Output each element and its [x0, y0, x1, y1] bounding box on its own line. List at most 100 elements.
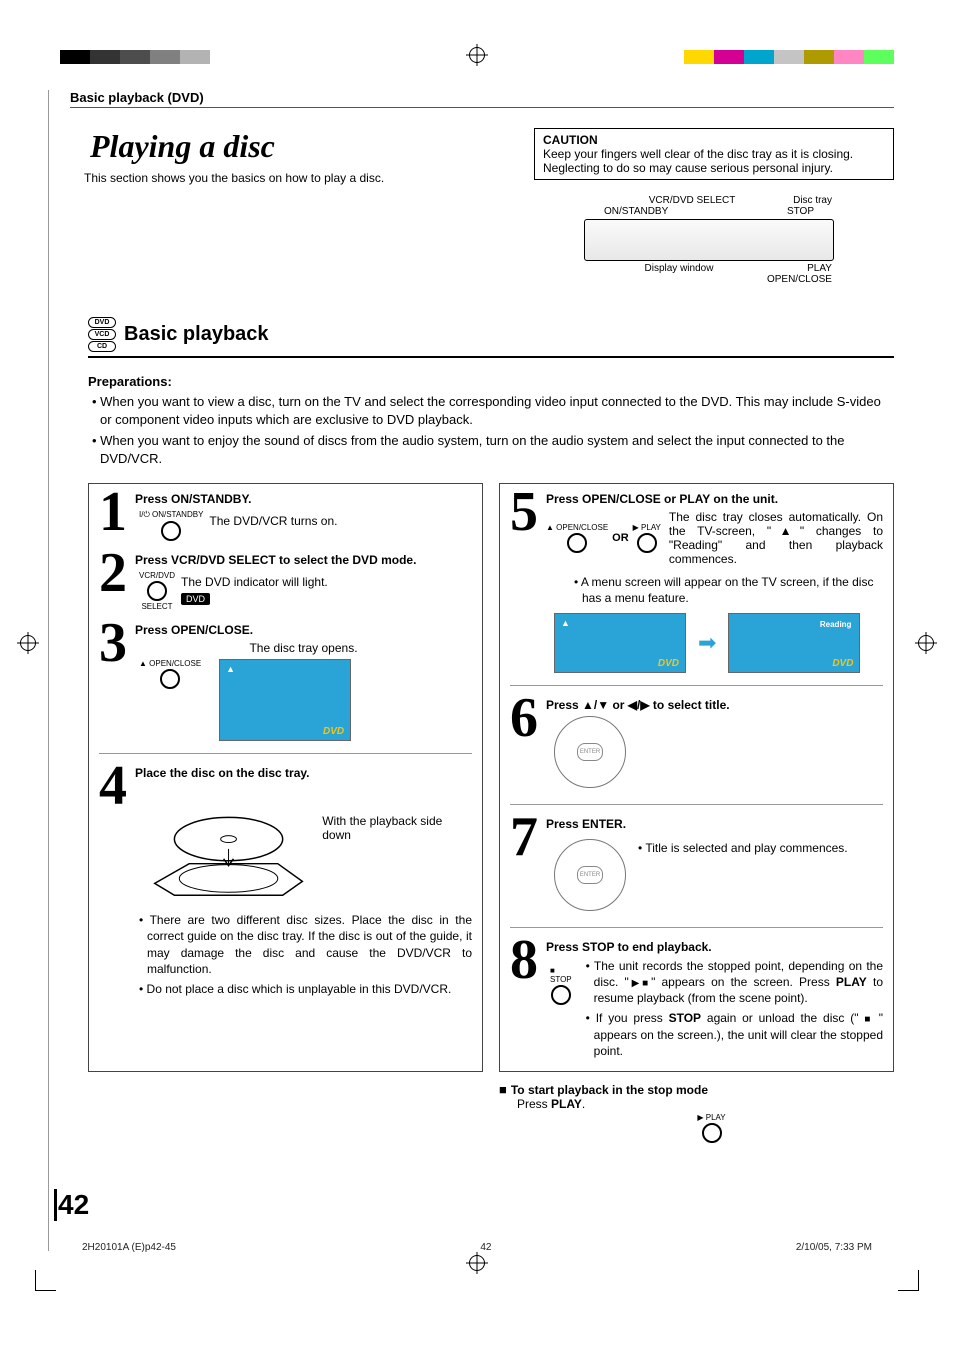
running-header: Basic playback (DVD) — [70, 90, 894, 108]
page-number-rule — [54, 1189, 57, 1221]
label-disc-tray: Disc tray — [793, 195, 832, 206]
label-display-window: Display window — [645, 263, 714, 285]
disc-type-badges: DVD VCD CD — [88, 317, 116, 352]
step-number: 5 — [510, 492, 540, 672]
steps-column-right: 5 Press OPEN/CLOSE or PLAY on the unit. … — [499, 483, 894, 1072]
btn-open-close-label: ▲ OPEN/CLOSE — [139, 659, 201, 668]
step-number: 4 — [99, 766, 129, 1001]
preparation-1: • When you want to view a disc, turn on … — [88, 393, 894, 428]
step-head: Place the disc on the disc tray. — [135, 766, 472, 780]
footer-center: 42 — [480, 1242, 491, 1253]
play-button-icon — [702, 1123, 722, 1143]
stop-bold: STOP — [669, 1011, 701, 1025]
step-desc: • Title is selected and play commences. — [638, 835, 848, 915]
registration-mark-icon — [469, 1255, 485, 1271]
registration-mark-icon — [918, 635, 934, 651]
step-head: Press VCR/DVD SELECT to select the DVD m… — [135, 553, 472, 567]
on-standby-button-icon — [161, 521, 181, 541]
steps-column-left: 1 Press ON/STANDBY. I/⏻ ON/STANDBY The D… — [88, 483, 483, 1072]
eject-icon: ▲ — [561, 618, 570, 628]
label-open-close: OPEN/CLOSE — [767, 274, 832, 285]
play-bold: PLAY — [551, 1097, 582, 1111]
step-number: 1 — [99, 492, 129, 543]
disc-tray-illustration-icon — [135, 784, 312, 904]
reading-label: Reading — [820, 620, 852, 629]
step-desc: The disc tray closes automatically. On t… — [669, 510, 883, 566]
tv-screen-reading: Reading DVD — [728, 613, 860, 673]
step-separator — [510, 685, 883, 686]
step-8: 8 Press STOP to end playback. ■ STOP • T… — [510, 940, 883, 1064]
step-head: Press OPEN/CLOSE or PLAY on the unit. — [546, 492, 883, 506]
step-head: Press STOP to end playback. — [546, 940, 883, 954]
footer-meta: 2H20101A (E)p42-45 42 2/10/05, 7:33 PM — [82, 1242, 872, 1253]
step-number: 8 — [510, 940, 540, 1064]
btn-open-close-label: ▲ OPEN/CLOSE — [546, 523, 608, 532]
badge-dvd: DVD — [88, 317, 116, 328]
play-button-icon — [637, 533, 657, 553]
registration-mark-icon — [469, 47, 485, 63]
label-on-standby: ON/STANDBY — [604, 206, 668, 217]
play-bold: PLAY — [836, 975, 867, 989]
step-7: 7 Press ENTER. ENTER • Title is selected… — [510, 817, 883, 915]
page-subtitle: This section shows you the basics on how… — [84, 171, 518, 185]
step-number: 6 — [510, 698, 540, 792]
step4-note-2: • Do not place a disc which is unplayabl… — [135, 981, 472, 997]
tv-screen-eject: ▲ DVD — [219, 659, 351, 741]
btn-on-standby-label: I/⏻ ON/STANDBY — [139, 510, 203, 520]
open-close-button-icon — [160, 669, 180, 689]
label-vcrdvd-select: VCR/DVD SELECT — [649, 195, 736, 206]
step-desc: The DVD indicator will light. — [181, 575, 328, 589]
open-close-button-icon — [567, 533, 587, 553]
basic-playback-heading: DVD VCD CD Basic playback — [88, 317, 894, 358]
badge-cd: CD — [88, 341, 116, 352]
device-front-diagram: x VCR/DVD SELECT Disc tray ON/STANDBY ST… — [584, 195, 834, 285]
preparations-block: Preparations: • When you want to view a … — [88, 374, 894, 467]
arrow-right-icon: ➡ — [698, 630, 716, 656]
step-separator — [99, 753, 472, 754]
step-number: 7 — [510, 817, 540, 915]
caution-body: Keep your fingers well clear of the disc… — [543, 147, 853, 175]
crop-mark — [898, 1270, 919, 1291]
page-title-text: Playing a disc — [90, 128, 275, 164]
enter-button-icon: ENTER — [577, 743, 603, 761]
tv-screen-eject-2: ▲ DVD — [554, 613, 686, 673]
footer-left: 2H20101A (E)p42-45 — [82, 1242, 176, 1253]
page-number: 42 — [58, 1189, 89, 1221]
basic-playback-title: Basic playback — [124, 323, 269, 346]
btn-vcrdvd-top-label: VCR/DVD — [139, 571, 175, 580]
crop-mark — [35, 1270, 56, 1291]
step-5: 5 Press OPEN/CLOSE or PLAY on the unit. … — [510, 492, 883, 672]
dvd-logo-text: DVD — [323, 726, 344, 737]
vcr-dvd-select-button-icon — [147, 581, 167, 601]
caution-title: CAUTION — [543, 133, 885, 147]
dvd-logo-text: DVD — [832, 658, 853, 669]
step-head: Press ENTER. — [546, 817, 883, 831]
direction-pad-icon: ENTER — [554, 716, 626, 788]
step-head: Press ▲/▼ or ◀/▶ to select title. — [546, 698, 883, 712]
step-3: 3 Press OPEN/CLOSE. The disc tray opens.… — [99, 623, 472, 741]
step-separator — [510, 804, 883, 805]
step4-note-1: • There are two different disc sizes. Pl… — [135, 912, 472, 977]
step5-menu-note: • A menu screen will appear on the TV sc… — [570, 574, 883, 606]
page-title: Playing a disc — [70, 128, 518, 165]
step8-note-2: • If you press STOP again or unload the … — [582, 1010, 883, 1059]
label-play: PLAY — [767, 263, 832, 274]
btn-vcrdvd-bottom-label: SELECT — [141, 602, 172, 611]
footer-right: 2/10/05, 7:33 PM — [796, 1242, 872, 1253]
step-separator — [510, 927, 883, 928]
step-head: Press OPEN/CLOSE. — [135, 623, 472, 637]
play-stop-icon: ▶■ — [629, 978, 651, 989]
btn-play-label: ▶ PLAY — [633, 523, 661, 532]
square-bullet-icon: ■ — [499, 1082, 507, 1097]
btn-stop-label: ■ STOP — [550, 966, 572, 984]
btn-play-label-2: ▶ PLAY — [697, 1113, 725, 1122]
stop-button-icon — [551, 985, 571, 1005]
enter-button-icon: ENTER — [577, 866, 603, 884]
step-1: 1 Press ON/STANDBY. I/⏻ ON/STANDBY The D… — [99, 492, 472, 543]
step-4: 4 Place the disc on the disc tray. — [99, 766, 472, 1001]
preparation-2: • When you want to enjoy the sound of di… — [88, 432, 894, 467]
playback-side-caption: With the playback side down — [322, 784, 472, 904]
margin-rule — [48, 90, 49, 1251]
dvd-logo-text: DVD — [658, 658, 679, 669]
preparations-title: Preparations: — [88, 374, 894, 389]
